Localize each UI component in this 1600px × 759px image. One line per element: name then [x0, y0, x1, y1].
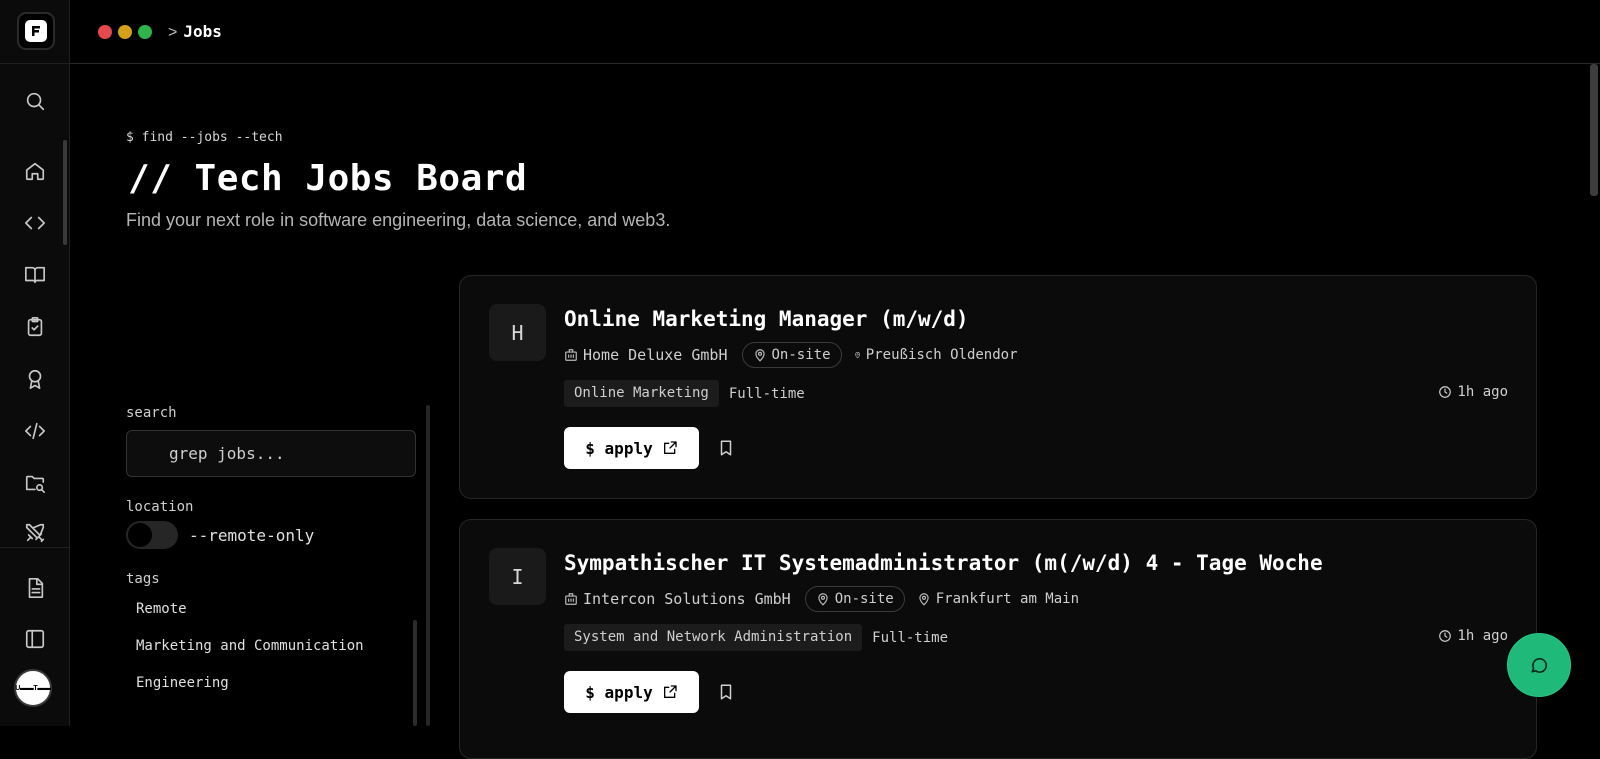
apply-label: $ apply — [585, 438, 653, 458]
sidebar: U▬▬T▬▬ — [0, 0, 70, 726]
building-icon — [565, 349, 577, 361]
job-meta: Home Deluxe GmbH On-site Preußisch Olden… — [564, 342, 1018, 368]
breadcrumb-separator: > — [168, 24, 178, 41]
search-input[interactable]: grep jobs... — [126, 430, 416, 477]
remote-only-toggle-row: --remote-only — [126, 521, 418, 549]
company-name: Intercon Solutions GmbH — [583, 590, 791, 608]
map-pin-icon — [854, 351, 860, 359]
company: Home Deluxe GmbH — [564, 346, 728, 364]
code-icon[interactable] — [22, 210, 48, 236]
map-pin-icon — [754, 349, 765, 362]
employment-type: Full-time — [728, 385, 805, 402]
work-mode-label: On-site — [834, 591, 894, 607]
job-card[interactable]: H Online Marketing Manager (m/w/d) Home … — [459, 275, 1537, 499]
clock-icon — [1439, 630, 1452, 642]
search-label: search — [126, 405, 177, 421]
company-initial: I — [489, 548, 546, 605]
category-chip[interactable]: Online Marketing — [564, 380, 719, 407]
bookmark-icon[interactable] — [717, 439, 735, 457]
sidebar-toggle-icon[interactable] — [22, 626, 48, 652]
work-mode-label: On-site — [771, 347, 831, 363]
chat-bubble-icon — [1531, 657, 1548, 673]
avatar[interactable]: U▬▬T▬▬ — [14, 669, 52, 707]
sidebar-divider — [0, 547, 70, 548]
apply-button[interactable]: $ apply — [564, 671, 699, 713]
breadcrumb: > Jobs — [168, 22, 222, 42]
tag-remote[interactable]: Remote — [136, 591, 418, 628]
job-location: Preußisch Oldendor — [854, 347, 1018, 363]
company-initial: H — [489, 304, 546, 361]
job-tags: Online Marketing Full-time — [564, 380, 805, 407]
sidebar-divider — [0, 63, 70, 64]
filters-panel: search grep jobs... location --remote-on… — [126, 405, 418, 702]
work-mode-badge: On-site — [804, 586, 905, 612]
hero-command: $ find --jobs --tech — [126, 130, 283, 145]
app-logo[interactable] — [17, 12, 55, 50]
logo-icon — [25, 20, 47, 42]
posted-time-text: 1h ago — [1457, 628, 1508, 644]
book-icon[interactable] — [22, 262, 48, 288]
job-tags: System and Network Administration Full-t… — [564, 624, 948, 651]
chat-button[interactable] — [1507, 633, 1571, 697]
tags-scrollbar[interactable] — [413, 620, 417, 726]
job-location: Frankfurt am Main — [917, 591, 1079, 607]
top-bar: > Jobs — [70, 0, 1600, 64]
window-maximize-dot[interactable] — [138, 25, 152, 39]
page-subtitle: Find your next role in software engineer… — [126, 210, 671, 230]
bookmark-icon[interactable] — [717, 683, 735, 701]
job-meta: Intercon Solutions GmbH On-site Frankfur… — [564, 586, 1079, 612]
home-icon[interactable] — [22, 158, 48, 184]
posted-time: 1h ago — [1438, 628, 1508, 644]
map-pin-icon — [818, 593, 828, 606]
posted-time-text: 1h ago — [1457, 384, 1508, 400]
job-card[interactable]: I Sympathischer IT Systemadministrator (… — [459, 519, 1537, 759]
location-text: Frankfurt am Main — [935, 591, 1080, 607]
job-title[interactable]: Sympathischer IT Systemadministrator (m(… — [564, 551, 1323, 575]
job-title[interactable]: Online Marketing Manager (m/w/d) — [564, 307, 969, 331]
search-icon[interactable] — [22, 88, 48, 114]
remote-only-label: --remote-only — [189, 525, 315, 545]
window-minimize-dot[interactable] — [118, 25, 132, 39]
filters-scrollbar[interactable] — [426, 405, 430, 726]
breadcrumb-current: Jobs — [183, 22, 222, 41]
toggle-knob — [128, 523, 152, 547]
category-chip[interactable]: System and Network Administration — [564, 624, 863, 651]
award-icon[interactable] — [22, 366, 48, 392]
clock-icon — [1439, 386, 1452, 398]
swords-icon[interactable] — [22, 520, 48, 546]
code-slash-icon[interactable] — [22, 418, 48, 444]
company: Intercon Solutions GmbH — [564, 590, 791, 608]
page-scrollbar[interactable] — [1590, 64, 1598, 196]
document-icon[interactable] — [22, 575, 48, 601]
apply-button[interactable]: $ apply — [564, 427, 699, 469]
map-pin-icon — [919, 593, 929, 606]
folder-key-icon[interactable] — [22, 470, 48, 496]
location-text: Preußisch Oldendor — [865, 347, 1018, 363]
company-name: Home Deluxe GmbH — [583, 346, 728, 364]
location-label: location — [126, 499, 194, 515]
posted-time: 1h ago — [1438, 384, 1508, 400]
tag-marketing-and-communication[interactable]: Marketing and Communication — [136, 628, 418, 665]
sidebar-scrollbar[interactable] — [63, 140, 67, 245]
apply-label: $ apply — [585, 682, 653, 702]
work-mode-badge: On-site — [741, 342, 842, 368]
external-link-icon — [663, 685, 677, 698]
building-icon — [565, 593, 577, 605]
remote-only-toggle[interactable] — [126, 521, 178, 549]
tag-engineering[interactable]: Engineering — [136, 665, 418, 702]
external-link-icon — [663, 441, 677, 454]
tags-label: tags — [126, 571, 160, 587]
employment-type: Full-time — [872, 629, 949, 646]
page-title: // Tech Jobs Board — [128, 158, 528, 199]
search-placeholder: grep jobs... — [169, 444, 285, 463]
clipboard-check-icon[interactable] — [22, 314, 48, 340]
window-close-dot[interactable] — [98, 25, 112, 39]
